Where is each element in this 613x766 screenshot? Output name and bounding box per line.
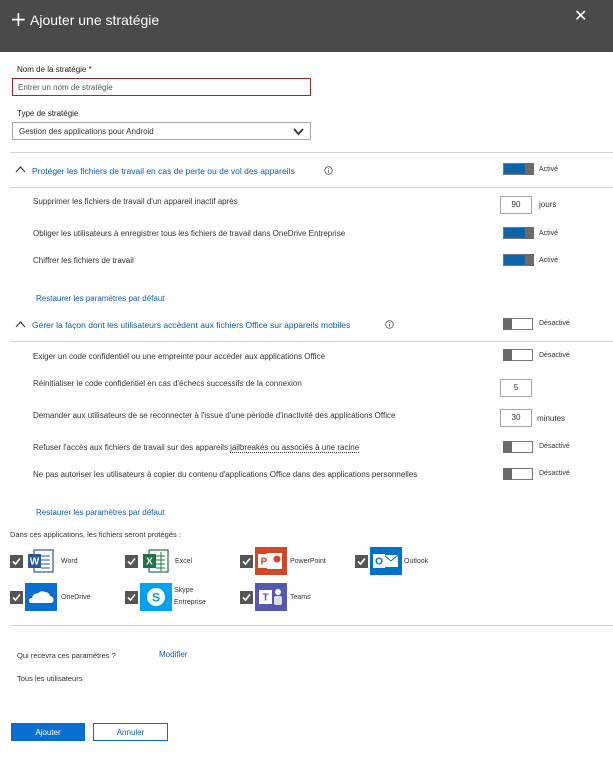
cancel-button[interactable]: Annuler (93, 723, 168, 741)
onedrive-save-state: Activé (539, 230, 559, 237)
section2-title[interactable]: Gérer la façon dont les utilisateurs acc… (32, 320, 350, 330)
section1-toggle-state: Activé (539, 166, 559, 173)
onedrive-save-label: Obliger les utilisateurs à enregistrer t… (33, 229, 346, 238)
outlook-icon: O (370, 547, 402, 575)
reauth-label: Demander aux utilisateurs de se reconnec… (33, 411, 396, 420)
section2-toggle[interactable] (503, 318, 533, 330)
section-divider (10, 625, 613, 626)
excel-letter: X (146, 557, 153, 568)
encrypt-files-state: Activé (539, 257, 559, 264)
skype-label-line1: Skype (174, 587, 194, 594)
plus-icon: + (10, 7, 27, 31)
apps-title: Dans ces applications, les fichiers sero… (10, 530, 181, 539)
jailbreak-term[interactable]: jailbreakés ou associés à une racine (230, 443, 360, 453)
section-divider (10, 341, 613, 342)
reauth-minutes-unit: minutes (537, 414, 566, 423)
section2-restore-link[interactable]: Restaurer les paramètres par défaut (36, 508, 165, 517)
info-icon[interactable] (324, 166, 333, 175)
word-label: Word (61, 558, 78, 565)
powerpoint-label: PowerPoint (290, 558, 326, 565)
teams-checkbox[interactable] (240, 591, 253, 604)
require-pin-label: Exiger un code confidentiel ou une empre… (33, 352, 326, 361)
word-icon: W (28, 549, 54, 573)
inactive-days-unit: jours (539, 200, 557, 209)
close-icon[interactable]: ✕ (574, 6, 587, 26)
excel-icon: X (143, 549, 169, 573)
require-pin-state: Désactivé (539, 352, 570, 359)
onedrive-label: OneDrive (61, 594, 91, 601)
excel-label: Excel (175, 558, 193, 565)
section2-title-text: Gérer la façon dont les utilisateurs acc… (32, 320, 351, 330)
excel-checkbox[interactable] (125, 555, 138, 568)
deny-jailbreak-prefix: Refuser l'accès aux fichiers de travail … (33, 443, 231, 452)
deny-jailbreak-state: Désactivé (539, 443, 570, 450)
onedrive-save-toggle[interactable] (503, 227, 534, 239)
section-divider (10, 152, 613, 153)
block-copy-toggle[interactable] (503, 468, 533, 480)
section1-title-text: Protéger les fichiers de travail en cas … (32, 166, 295, 176)
section1-toggle[interactable] (503, 163, 534, 175)
chevron-up-icon[interactable] (15, 166, 26, 173)
chevron-down-icon (293, 128, 304, 136)
reauth-minutes-input[interactable]: 30 (500, 409, 532, 427)
powerpoint-icon: P (255, 547, 287, 575)
outlook-label: Outlook (404, 558, 429, 565)
outlook-letter: O (375, 557, 383, 568)
info-icon[interactable] (385, 320, 394, 329)
panel-title: Ajouter une stratégie (30, 12, 160, 28)
word-checkbox[interactable] (10, 555, 23, 568)
policy-name-input[interactable] (12, 78, 311, 96)
onedrive-checkbox[interactable] (10, 591, 23, 604)
chevron-up-icon[interactable] (15, 321, 26, 328)
word-letter: W (30, 557, 40, 568)
inactive-days-input[interactable]: 90 (500, 196, 532, 214)
section-divider (10, 187, 613, 188)
panel-header: + Ajouter une stratégie ✕ (0, 0, 613, 52)
skype-checkbox[interactable] (125, 591, 138, 604)
deny-jailbreak-label: Refuser l'accès aux fichiers de travail … (33, 443, 360, 453)
reset-pin-input[interactable]: 5 (500, 379, 532, 397)
section1-restore-link[interactable]: Restaurer les paramètres par défaut (36, 294, 165, 303)
teams-letter: T (262, 593, 268, 604)
encrypt-files-toggle[interactable] (503, 254, 534, 266)
policy-type-value: Gestion des applications pour Android (19, 127, 154, 136)
powerpoint-checkbox[interactable] (240, 555, 253, 568)
require-pin-toggle[interactable] (503, 349, 533, 361)
policy-type-select[interactable]: Gestion des applications pour Android (12, 122, 311, 140)
policy-name-label: Nom de la stratégie * (17, 65, 92, 74)
skype-label-line2: Entreprise (174, 599, 206, 606)
reset-pin-label: Réinitialiser le code confidentiel en ca… (33, 379, 302, 388)
outlook-checkbox[interactable] (355, 555, 368, 568)
block-copy-state: Désactivé (539, 470, 570, 477)
onedrive-icon (25, 583, 57, 611)
policy-type-label: Type de stratégie (17, 109, 79, 118)
delete-inactive-label: Supprimer les fichiers de travail d'un a… (33, 197, 238, 206)
add-button[interactable]: Ajouter (11, 723, 85, 741)
section1-title[interactable]: Protéger les fichiers de travail en cas … (32, 166, 295, 176)
recipients-value: Tous les utilisateurs (17, 674, 83, 683)
section2-toggle-state: Désactivé (539, 320, 570, 327)
teams-label: Teams (290, 594, 311, 601)
deny-jailbreak-toggle[interactable] (503, 441, 533, 453)
block-copy-label: Ne pas autoriser les utilisateurs à copi… (33, 470, 418, 479)
powerpoint-letter: P (261, 557, 268, 568)
skype-letter: S (152, 591, 160, 605)
encrypt-files-label: Chiffrer les fichiers de travail (33, 256, 134, 265)
skype-icon: S (140, 583, 172, 611)
teams-icon: T (255, 583, 287, 611)
modify-recipients-link[interactable]: Modifier (159, 650, 187, 659)
recipients-question: Qui recevra ces paramètres ? (17, 651, 116, 660)
